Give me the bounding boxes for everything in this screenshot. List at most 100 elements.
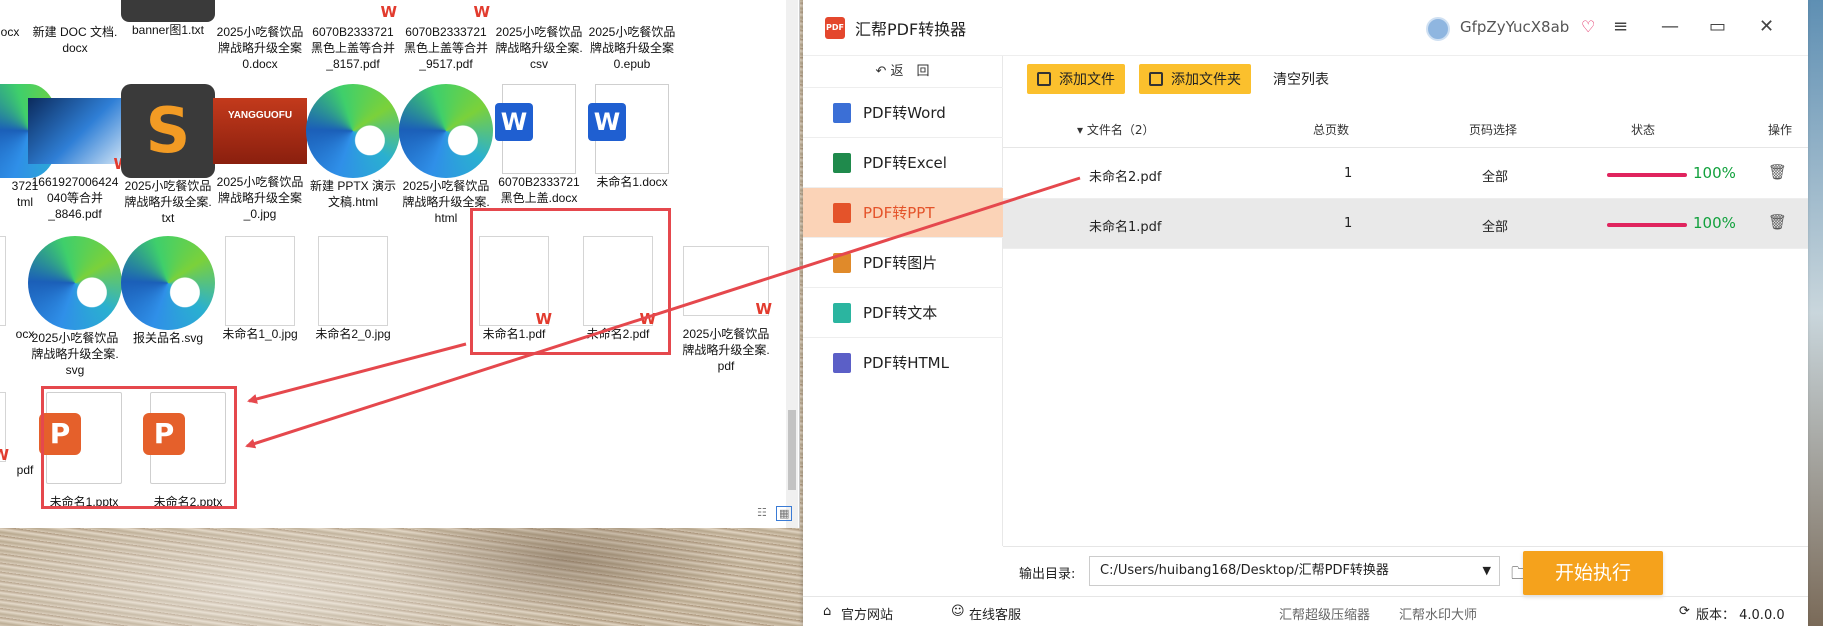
file-item[interactable]: 2025小吃餐饮品 牌战略升级全案 0.epub <box>582 0 682 72</box>
file-item[interactable]: W 6070B2333721 黑色上盖等合并 _9517.pdf <box>396 0 496 72</box>
progress-percent: 100% <box>1693 164 1736 182</box>
file-label: 6070B2333721 黑色上盖等合并 _8157.pdf <box>310 25 395 71</box>
page-select-cell[interactable]: 全部 <box>1482 166 1508 185</box>
trash-icon[interactable]: 🗑 <box>1768 163 1787 181</box>
file-item[interactable]: YANGGUOFU 2025小吃餐饮品 牌战略升级全案 _0.jpg <box>210 84 310 222</box>
avatar[interactable] <box>1426 17 1450 41</box>
support-link[interactable]: 在线客服 <box>969 604 1021 623</box>
file-label: 2025小吃餐饮品 牌战略升级全案 _0.jpg <box>216 175 304 221</box>
file-item[interactable]: 新建 PPTX 演示 文稿.html <box>303 84 403 210</box>
file-item[interactable]: 2025小吃餐饮品 牌战略升级全案. csv <box>489 0 589 72</box>
status-bar: ⌂ 官方网站 ☺ 在线客服 汇帮超级压缩器 汇帮水印大师 ⟳ 版本： 4.0.0… <box>803 596 1808 626</box>
file-item[interactable]: W 1661927006424 040等合并 _8846.pdf <box>25 84 130 222</box>
close-icon[interactable]: ✕ <box>1759 16 1774 37</box>
website-link[interactable]: 官方网站 <box>841 604 893 623</box>
sidebar-item-5[interactable]: PDF转文本 <box>803 287 1003 337</box>
file-item[interactable]: 未命名1_0.jpg <box>210 236 310 342</box>
file-item[interactable]: 未命名2_0.jpg <box>303 236 403 342</box>
file-type-icon <box>833 102 851 123</box>
explorer-scrollbar[interactable] <box>786 0 798 528</box>
progress-bar <box>1607 223 1687 227</box>
thumbnail-text: YANGGUOFU <box>227 110 293 121</box>
scrollbar-thumb[interactable] <box>788 410 796 490</box>
highlight-box-pdf <box>470 208 671 355</box>
column-header-filename[interactable]: ▾ 文件名（2） <box>1077 121 1154 138</box>
image-thumbnail: YANGGUOFU <box>213 98 307 164</box>
file-item[interactable]: W 2025小吃餐饮品 牌战略升级全案. pdf <box>676 236 776 374</box>
pdf-file-icon: W <box>683 246 772 317</box>
table-row[interactable]: 未命名1.pdf 1 全部 100% 🗑 <box>1003 199 1808 249</box>
sidebar-item-label: PDF转图片 <box>863 254 938 272</box>
file-label: 1661927006424 040等合并 _8846.pdf <box>31 175 119 221</box>
file-item[interactable]: 新建 DOC 文档. docx <box>25 0 125 56</box>
sidebar-item-label: PDF转HTML <box>863 354 949 372</box>
file-type-icon <box>833 152 851 173</box>
sidebar-item-3[interactable]: PDF转PPT <box>803 187 1003 237</box>
file-label: 新建 DOC 文档. docx <box>32 25 118 55</box>
watermark-link[interactable]: 汇帮水印大师 <box>1399 604 1477 623</box>
add-file-button[interactable]: 添加文件 <box>1027 64 1125 94</box>
vip-diamond-icon[interactable]: ♡ <box>1581 17 1595 36</box>
file-label: banner图1.txt <box>131 23 205 37</box>
sidebar-item-1[interactable]: PDF转Word <box>803 87 1003 137</box>
minimize-icon[interactable]: — <box>1661 16 1679 37</box>
add-file-label: 添加文件 <box>1059 72 1115 88</box>
edge-icon <box>399 84 493 178</box>
menu-icon[interactable]: ≡ <box>1613 16 1628 37</box>
image-file-icon <box>225 236 295 326</box>
sidebar-item-6[interactable]: PDF转HTML <box>803 337 1003 387</box>
compressor-link[interactable]: 汇帮超级压缩器 <box>1279 604 1370 623</box>
add-folder-label: 添加文件夹 <box>1171 72 1241 88</box>
home-icon: ⌂ <box>823 604 832 619</box>
table-row[interactable]: 未命名2.pdf 1 全部 100% 🗑 <box>1003 149 1808 199</box>
clear-list-button[interactable]: 清空列表 <box>1273 69 1329 89</box>
details-view-icon[interactable]: ☷ <box>757 506 767 519</box>
page-count-cell: 1 <box>1344 216 1353 231</box>
file-item[interactable]: 2025小吃餐饮品 牌战略升级全案 0.docx <box>210 0 310 72</box>
app-title: 汇帮PDF转换器 <box>855 19 967 39</box>
photo-thumbnail: W <box>28 98 130 172</box>
column-header-action: 操作 <box>1768 123 1793 137</box>
file-item[interactable]: W 6070B2333721 黑色上盖.docx <box>489 84 589 206</box>
file-type-icon <box>833 302 851 323</box>
word-icon: W <box>588 84 669 174</box>
username[interactable]: GfpZyYucX8ab <box>1460 18 1569 36</box>
file-label: 2025小吃餐饮品 牌战略升级全案. svg <box>31 331 119 377</box>
file-name-cell: 未命名1.pdf <box>1089 220 1162 235</box>
sidebar-item-4[interactable]: PDF转图片 <box>803 237 1003 287</box>
file-label: 新建 PPTX 演示 文稿.html <box>309 179 396 209</box>
sidebar-item-2[interactable]: PDF转Excel <box>803 137 1003 187</box>
output-directory-select[interactable]: C:/Users/huibang168/Desktop/汇帮PDF转换器 ▼ <box>1089 556 1500 586</box>
tiles-view-icon[interactable]: ▦ <box>776 506 793 521</box>
trash-icon[interactable]: 🗑 <box>1768 213 1787 231</box>
document-icon: W <box>0 392 9 463</box>
file-item[interactable]: 2025小吃餐饮品 牌战略升级全案. svg <box>25 236 125 378</box>
refresh-icon[interactable]: ⟳ <box>1679 604 1690 619</box>
sidebar: ↶ 返 回 PDF转Word PDF转Excel PDF转PPT PDF转图片 PDF转… <box>803 56 1003 546</box>
file-label: 2025小吃餐饮品 牌战略升级全案. pdf <box>682 327 770 373</box>
file-name-cell: 未命名2.pdf <box>1089 170 1162 185</box>
app-logo-icon: PDF <box>825 16 845 39</box>
file-item[interactable]: W 未命名1.docx <box>582 84 682 190</box>
file-item[interactable]: banner图1.txt <box>118 0 218 38</box>
converter-app-window: PDF 汇帮PDF转换器 GfpZyYucX8ab ♡ ≡ — ▭ ✕ ↶ 返 … <box>803 0 1808 626</box>
add-folder-icon <box>1149 72 1163 86</box>
back-button[interactable]: ↶ 返 回 <box>803 58 1002 85</box>
file-label: 6070B2333721 黑色上盖等合并 _9517.pdf <box>403 25 488 71</box>
file-item[interactable]: S 2025小吃餐饮品 牌战略升级全案. txt <box>118 84 218 226</box>
file-item[interactable]: 2025小吃餐饮品 牌战略升级全案. html <box>396 84 496 226</box>
file-label: 2025小吃餐饮品 牌战略升级全案 0.epub <box>588 25 676 71</box>
file-item[interactable]: 报关品名.svg <box>118 236 218 346</box>
column-header-pages: 总页数 <box>1313 123 1350 137</box>
file-type-icon <box>833 202 851 223</box>
maximize-icon[interactable]: ▭ <box>1709 16 1726 37</box>
chevron-down-icon[interactable]: ▼ <box>1483 557 1491 585</box>
start-button[interactable]: 开始执行 <box>1523 551 1663 595</box>
add-folder-button[interactable]: 添加文件夹 <box>1139 64 1251 94</box>
file-label: 报关品名.svg <box>132 331 203 345</box>
output-directory-label: 输出目录: <box>1019 567 1076 582</box>
file-label: 2025小吃餐饮品 牌战略升级全案. txt <box>124 179 212 225</box>
page-select-cell[interactable]: 全部 <box>1482 216 1508 235</box>
highlight-box-pptx <box>41 386 237 509</box>
file-item[interactable]: W 6070B2333721 黑色上盖等合并 _8157.pdf <box>303 0 403 72</box>
